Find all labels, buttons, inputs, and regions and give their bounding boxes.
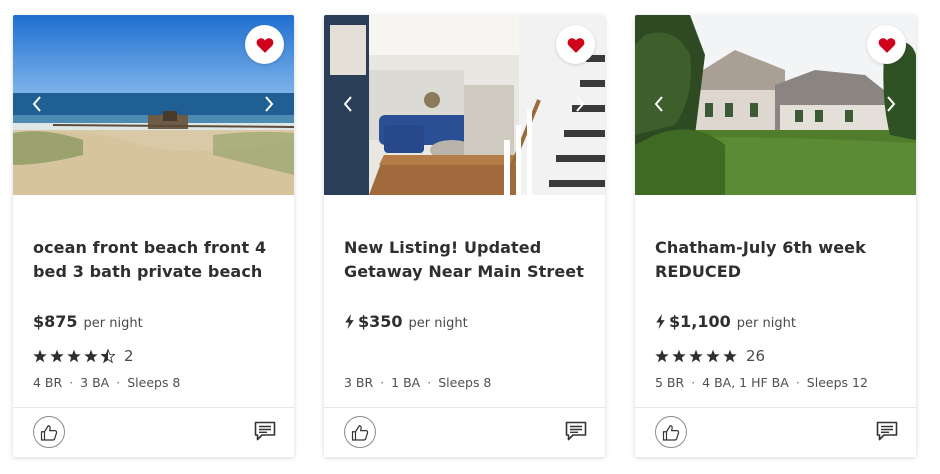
chevron-right-icon [265, 96, 274, 112]
price: $1,100 [669, 312, 731, 331]
instant-book-icon [345, 314, 354, 329]
card-footer [635, 407, 916, 457]
bedrooms: 5 BR [655, 375, 685, 390]
star-icon [50, 349, 64, 363]
sleeps: Sleeps 8 [438, 375, 492, 390]
heart-icon [878, 37, 895, 53]
review-count[interactable]: 2 [124, 347, 134, 365]
like-button[interactable] [344, 416, 376, 448]
listing-title[interactable]: ocean front beach front 4 bed 3 bath pri… [33, 236, 278, 286]
listing-photo[interactable] [635, 15, 916, 195]
bedrooms: 3 BR [344, 375, 374, 390]
chevron-right-icon [576, 96, 585, 112]
star-icon [33, 349, 47, 363]
price: $350 [358, 312, 403, 331]
thumbs-up-icon [40, 424, 58, 441]
star-rating [33, 349, 118, 363]
heart-icon [256, 37, 273, 53]
favorite-button[interactable] [556, 25, 595, 64]
bathrooms: 3 BA [80, 375, 110, 390]
listing-title[interactable]: Chatham-July 6th week REDUCED [655, 236, 900, 286]
thumbs-up-icon [351, 424, 369, 441]
next-photo-button[interactable] [882, 93, 900, 115]
next-photo-button[interactable] [260, 93, 278, 115]
star-icon [672, 349, 686, 363]
listing-photo[interactable] [324, 15, 605, 195]
message-icon[interactable] [876, 421, 898, 441]
listing-card[interactable]: ocean front beach front 4 bed 3 bath pri… [13, 15, 294, 457]
favorite-button[interactable] [245, 25, 284, 64]
previous-photo-button[interactable] [650, 93, 668, 115]
star-icon [84, 349, 98, 363]
separator: · [691, 375, 696, 390]
star-rating [655, 349, 740, 363]
star-icon [706, 349, 720, 363]
price-unit: per night [408, 316, 468, 331]
price-row: $350 per night [344, 312, 468, 331]
favorite-button[interactable] [867, 25, 906, 64]
listing-title[interactable]: New Listing! Updated Getaway Near Main S… [344, 236, 589, 286]
star-icon [655, 349, 669, 363]
star-icon [723, 349, 737, 363]
heart-icon [567, 37, 584, 53]
separator: · [427, 375, 432, 390]
separator: · [116, 375, 121, 390]
listing-card[interactable]: Chatham-July 6th week REDUCED $1,100 per… [635, 15, 916, 457]
message-icon[interactable] [565, 421, 587, 441]
price: $875 [33, 312, 78, 331]
separator: · [795, 375, 800, 390]
message-icon[interactable] [254, 421, 276, 441]
previous-photo-button[interactable] [28, 93, 46, 115]
like-button[interactable] [655, 416, 687, 448]
card-footer [324, 407, 605, 457]
card-footer [13, 407, 294, 457]
chevron-left-icon [654, 96, 663, 112]
listing-cards: ocean front beach front 4 bed 3 bath pri… [0, 0, 940, 474]
listing-card[interactable]: New Listing! Updated Getaway Near Main S… [324, 15, 605, 457]
sleeps: Sleeps 12 [806, 375, 868, 390]
rating: 2 [33, 347, 134, 365]
previous-photo-button[interactable] [339, 93, 357, 115]
listing-photo[interactable] [13, 15, 294, 195]
half-star-icon [101, 349, 115, 363]
separator: · [380, 375, 385, 390]
bedrooms: 4 BR [33, 375, 63, 390]
price-unit: per night [83, 316, 143, 331]
price-unit: per night [736, 316, 796, 331]
like-button[interactable] [33, 416, 65, 448]
chevron-left-icon [32, 96, 41, 112]
bathrooms: 4 BA, 1 HF BA [702, 375, 789, 390]
thumbs-up-icon [662, 424, 680, 441]
rating: 26 [655, 347, 765, 365]
listing-facts: 5 BR · 4 BA, 1 HF BA · Sleeps 12 [655, 375, 868, 390]
star-icon [67, 349, 81, 363]
chevron-left-icon [343, 96, 352, 112]
sleeps: Sleeps 8 [127, 375, 181, 390]
review-count[interactable]: 26 [746, 347, 765, 365]
price-row: $1,100 per night [655, 312, 796, 331]
bathrooms: 1 BA [391, 375, 421, 390]
chevron-right-icon [887, 96, 896, 112]
listing-facts: 3 BR · 1 BA · Sleeps 8 [344, 375, 491, 390]
next-photo-button[interactable] [571, 93, 589, 115]
listing-facts: 4 BR · 3 BA · Sleeps 8 [33, 375, 180, 390]
separator: · [69, 375, 74, 390]
price-row: $875 per night [33, 312, 143, 331]
star-icon [689, 349, 703, 363]
instant-book-icon [656, 314, 665, 329]
